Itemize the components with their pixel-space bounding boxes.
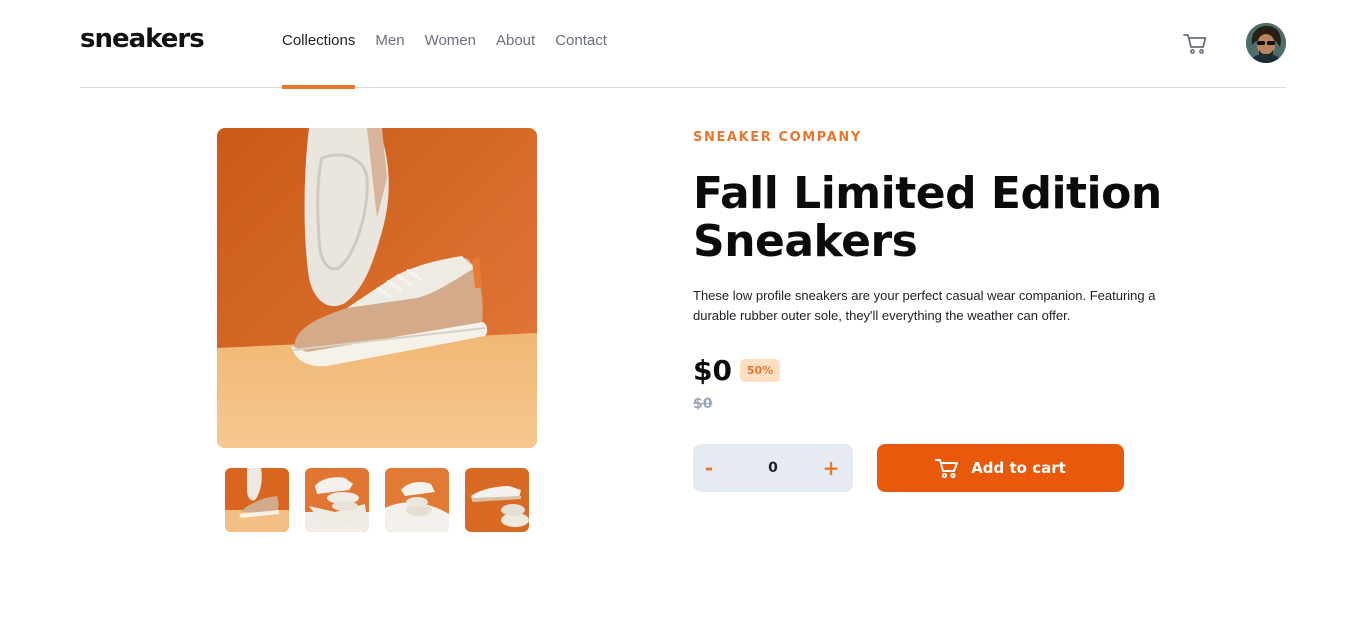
nav-about[interactable]: About — [496, 0, 535, 88]
product-title: Fall Limited Edition Sneakers — [693, 168, 1162, 267]
main-nav: Collections Men Women About Contact — [282, 0, 627, 89]
original-price: $0 — [693, 396, 713, 412]
discount-badge: 50% — [740, 359, 780, 382]
nav-contact[interactable]: Contact — [555, 0, 607, 88]
quantity-decrease-button[interactable]: - — [693, 444, 725, 492]
product-main-image[interactable] — [217, 128, 537, 448]
site-header: sneakers Collections Men Women About Con… — [80, 0, 1286, 89]
logo[interactable]: sneakers — [80, 24, 205, 54]
current-price: $0 — [693, 354, 732, 387]
cart-icon[interactable] — [1182, 30, 1208, 56]
add-to-cart-label: Add to cart — [971, 459, 1066, 477]
thumbnail-2[interactable] — [305, 468, 369, 532]
nav-women[interactable]: Women — [425, 0, 476, 88]
nav-men[interactable]: Men — [375, 0, 404, 88]
thumbnail-4[interactable] — [465, 468, 529, 532]
nav-collections[interactable]: Collections — [282, 0, 356, 89]
user-avatar[interactable] — [1246, 23, 1286, 63]
add-to-cart-button[interactable]: Add to cart — [877, 444, 1124, 492]
thumbnail-1[interactable] — [225, 468, 289, 532]
quantity-increase-button[interactable]: + — [815, 444, 847, 492]
quantity-stepper: - 0 + — [693, 444, 853, 492]
cart-icon — [935, 457, 959, 479]
thumbnail-3[interactable] — [385, 468, 449, 532]
thumbnail-strip — [225, 468, 545, 532]
product-description: These low profile sneakers are your perf… — [693, 288, 1156, 323]
quantity-value: 0 — [768, 460, 778, 476]
company-name: SNEAKER COMPANY — [693, 130, 862, 145]
